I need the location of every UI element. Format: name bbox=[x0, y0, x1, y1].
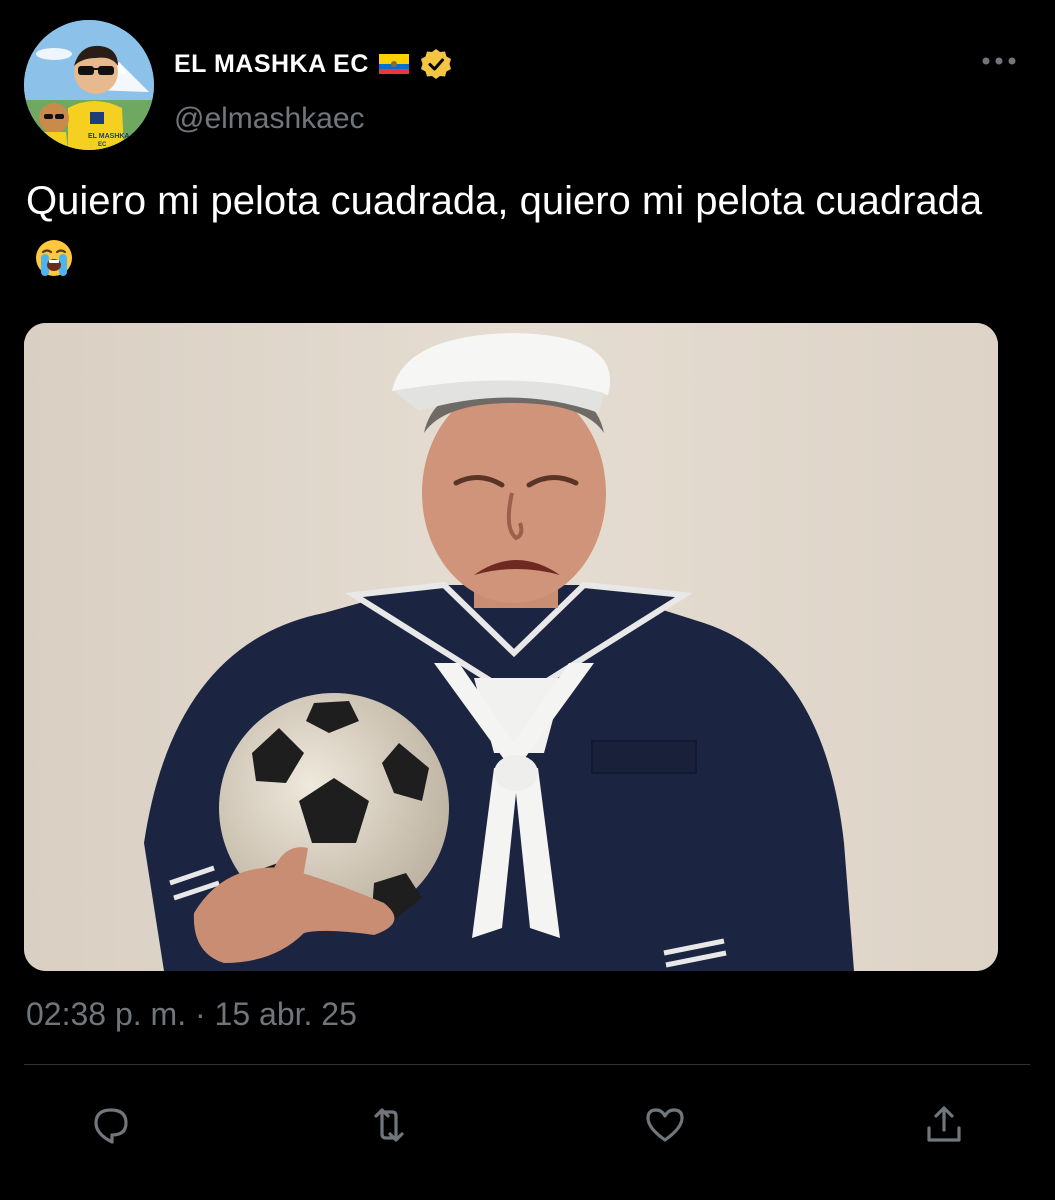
like-button[interactable] bbox=[638, 1100, 692, 1150]
tweet-card: EL MASHKA EC EL MASHKA EC @elmashkaec Qu… bbox=[0, 0, 1055, 1200]
display-name[interactable]: EL MASHKA EC bbox=[174, 50, 369, 79]
more-options-button[interactable] bbox=[977, 46, 1021, 76]
share-button[interactable] bbox=[917, 1100, 971, 1150]
tweet-timestamp[interactable]: 02:38 p. m. · 15 abr. 25 bbox=[26, 996, 357, 1033]
share-icon bbox=[927, 1106, 961, 1142]
user-handle[interactable]: @elmashkaec bbox=[174, 102, 365, 136]
name-row: EL MASHKA EC bbox=[174, 44, 453, 84]
avatar[interactable]: EL MASHKA EC bbox=[24, 20, 154, 150]
more-dots-icon bbox=[982, 57, 1016, 65]
avatar-illustration: EL MASHKA EC bbox=[24, 20, 154, 150]
retweet-button[interactable] bbox=[362, 1100, 416, 1150]
reply-icon bbox=[94, 1108, 128, 1144]
tweet-text: Quiero mi pelota cuadrada, quiero mi pel… bbox=[26, 172, 1016, 288]
avatar-text-line2: EC bbox=[98, 142, 107, 148]
retweet-icon bbox=[374, 1108, 404, 1142]
tweet-media-image[interactable] bbox=[24, 323, 998, 971]
tweet-text-content: Quiero mi pelota cuadrada, quiero mi pel… bbox=[26, 179, 983, 223]
heart-icon bbox=[646, 1108, 684, 1142]
verified-badge-icon[interactable] bbox=[419, 47, 453, 81]
divider bbox=[24, 1064, 1030, 1065]
loudly-crying-face-icon bbox=[36, 240, 72, 276]
media-illustration bbox=[24, 323, 998, 971]
reply-button[interactable] bbox=[84, 1100, 138, 1150]
ecuador-flag-icon bbox=[378, 54, 409, 74]
avatar-text-line1: EL MASHKA bbox=[88, 133, 129, 140]
